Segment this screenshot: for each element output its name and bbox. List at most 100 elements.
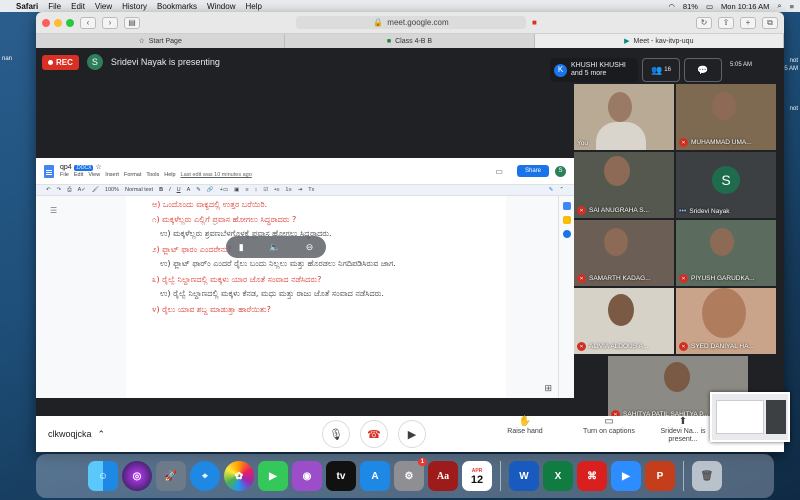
system-preferences-icon[interactable]: ⚙ 1 — [394, 458, 427, 491]
italic-icon[interactable]: I — [169, 187, 171, 193]
menu-view[interactable]: View — [95, 2, 112, 11]
presenting-button[interactable]: ⬆ Sridevi Na... is present... — [648, 417, 718, 444]
dictionary-icon[interactable]: Aa — [428, 461, 458, 491]
microphone-button[interactable]: 🎙 — [322, 420, 350, 448]
calendar-icon[interactable]: APR 12 — [462, 461, 492, 491]
share-icon[interactable]: ⇪ — [718, 16, 734, 29]
bullets-icon[interactable]: •≡ — [274, 187, 279, 193]
tab-class[interactable]: ■ Class 4-B B — [285, 34, 535, 48]
spellcheck-icon[interactable]: A✓ — [78, 187, 86, 193]
menu-window[interactable]: Window — [207, 2, 235, 11]
camera-button[interactable]: ▶ — [398, 420, 426, 448]
keep-addon-icon[interactable] — [562, 216, 571, 224]
undo-icon[interactable]: ↶ — [46, 187, 51, 193]
battery-percent[interactable]: 81% — [683, 2, 698, 11]
battery-icon[interactable]: ▭ — [706, 2, 713, 11]
participant-tile[interactable]: ✕ MUHAMMAD UMA... — [676, 84, 776, 150]
text-color-icon[interactable]: A — [187, 187, 191, 193]
chat-notification[interactable]: K KHUSHI KHUSHI and 5 more — [550, 58, 638, 82]
doc-menu-insert[interactable]: Insert — [105, 172, 119, 178]
print-icon[interactable]: ⎙ — [67, 187, 71, 194]
search-icon[interactable]: ⌕ — [777, 1, 781, 11]
star-icon[interactable]: ☆ — [95, 164, 101, 171]
line-spacing-icon[interactable]: ↕ — [255, 187, 258, 193]
stop-presenting-icon[interactable]: ▮ — [239, 242, 244, 253]
siri-icon[interactable]: ◎ — [122, 461, 152, 491]
back-button[interactable]: ‹ — [80, 16, 96, 29]
last-edit-link[interactable]: Last edit was 10 minutes ago — [181, 172, 252, 178]
participant-tile[interactable]: ✕ SAMARTH KADAG... — [574, 220, 674, 286]
tasks-addon-icon[interactable] — [562, 230, 571, 238]
indent-icon[interactable]: ⇥ — [298, 187, 303, 193]
menu-app-name[interactable]: Safari — [16, 2, 38, 11]
numbered-list-icon[interactable]: 1≡ — [285, 187, 291, 193]
audio-icon[interactable]: 🔈 — [269, 242, 280, 253]
calendar-addon-icon[interactable] — [562, 202, 571, 210]
more-icon[interactable]: ⊖ — [306, 242, 314, 253]
camera-in-use-icon[interactable]: ■ — [532, 18, 537, 27]
doc-title[interactable]: qp4 — [60, 164, 72, 171]
zoom-select[interactable]: 100% — [105, 187, 119, 193]
paint-format-icon[interactable]: 🖌 — [92, 187, 99, 193]
screenshot-thumbnail[interactable] — [710, 392, 790, 442]
explore-icon[interactable]: ⊞ — [544, 383, 552, 394]
wifi-icon[interactable]: ◠ — [668, 2, 675, 11]
doc-menu-help[interactable]: Help — [164, 172, 175, 178]
clear-format-icon[interactable]: Tx — [308, 187, 314, 193]
participant-tile[interactable]: ✕ PIYUSH GARUDKA... — [676, 220, 776, 286]
launchpad-icon[interactable]: 🚀 — [156, 461, 186, 491]
raise-hand-button[interactable]: ✋ Raise hand — [490, 417, 560, 436]
people-button[interactable]: 👥 16 — [642, 58, 680, 82]
close-window-button[interactable] — [42, 18, 50, 27]
bold-icon[interactable]: B — [159, 187, 163, 193]
menu-file[interactable]: File — [48, 2, 61, 11]
menu-edit[interactable]: Edit — [71, 2, 85, 11]
powerpoint-icon[interactable]: P — [645, 461, 675, 491]
sidebar-toggle-icon[interactable]: ▤ — [124, 16, 140, 29]
comment-icon[interactable]: +▭ — [220, 187, 228, 193]
highlight-icon[interactable]: ✎ — [196, 187, 201, 193]
control-center-icon[interactable]: ≡ — [790, 2, 794, 11]
doc-menu-file[interactable]: File — [60, 172, 69, 178]
podcasts-icon[interactable]: ◉ — [292, 461, 322, 491]
apple-tv-icon[interactable]: tv — [326, 461, 356, 491]
participant-tile[interactable]: S ••• Sridevi Nayak — [676, 152, 776, 218]
checklist-icon[interactable]: ☑ — [263, 187, 268, 193]
acrobat-icon[interactable]: ⌘ — [577, 461, 607, 491]
participant-tile[interactable]: ✕ SYED DANIYAL HA... — [676, 288, 776, 354]
photos-icon[interactable]: ✿ — [224, 461, 254, 491]
zoom-icon[interactable]: ▶ — [611, 461, 641, 491]
menu-bookmarks[interactable]: Bookmarks — [157, 2, 197, 11]
forward-button[interactable]: › — [102, 16, 118, 29]
app-store-icon[interactable]: A — [360, 461, 390, 491]
comment-history-icon[interactable]: ▭ — [495, 167, 503, 176]
zoom-window-button[interactable] — [66, 18, 74, 27]
reload-icon[interactable]: ↻ — [696, 16, 712, 29]
word-icon[interactable]: W — [509, 461, 539, 491]
editing-mode-icon[interactable]: ✎ — [549, 187, 554, 193]
new-tab-icon[interactable]: + — [740, 16, 756, 29]
excel-icon[interactable]: X — [543, 461, 573, 491]
tab-overview-icon[interactable]: ⧉ — [762, 16, 778, 29]
chat-button[interactable]: 💬 — [684, 58, 722, 82]
facetime-icon[interactable]: ▶ — [258, 461, 288, 491]
align-icon[interactable]: ≡ — [245, 187, 248, 193]
doc-page[interactable]: ಅ) ಒಂದೊಂದು ವಾಕ್ಯದಲ್ಲಿ ಉತ್ತರ ಬರೆಯಿರಿ. ೧) … — [126, 196, 506, 398]
participant-tile[interactable]: You — [574, 84, 674, 150]
participant-tile[interactable]: ✕ ALIVIA ALDOUS A... — [574, 288, 674, 354]
underline-icon[interactable]: U — [177, 187, 181, 193]
finder-icon[interactable]: ☺ — [88, 461, 118, 491]
tab-meet[interactable]: ▶ Meet - kav-itvp-uqu — [534, 34, 784, 48]
recording-indicator[interactable]: REC — [42, 54, 79, 70]
redo-icon[interactable]: ↷ — [57, 187, 62, 193]
style-select[interactable]: Normal text — [125, 187, 153, 193]
outline-icon[interactable]: ☰ — [50, 206, 57, 215]
image-icon[interactable]: ▣ — [234, 187, 239, 193]
menu-help[interactable]: Help — [245, 2, 261, 11]
safari-icon[interactable]: ⌖ — [190, 461, 220, 491]
doc-menu-format[interactable]: Format — [124, 172, 141, 178]
tab-start-page[interactable]: ☆ Start Page — [36, 34, 286, 48]
doc-share-button[interactable]: Share — [516, 165, 549, 177]
trash-icon[interactable]: 🗑 — [692, 461, 722, 491]
clock[interactable]: Mon 10:16 AM — [721, 2, 769, 11]
